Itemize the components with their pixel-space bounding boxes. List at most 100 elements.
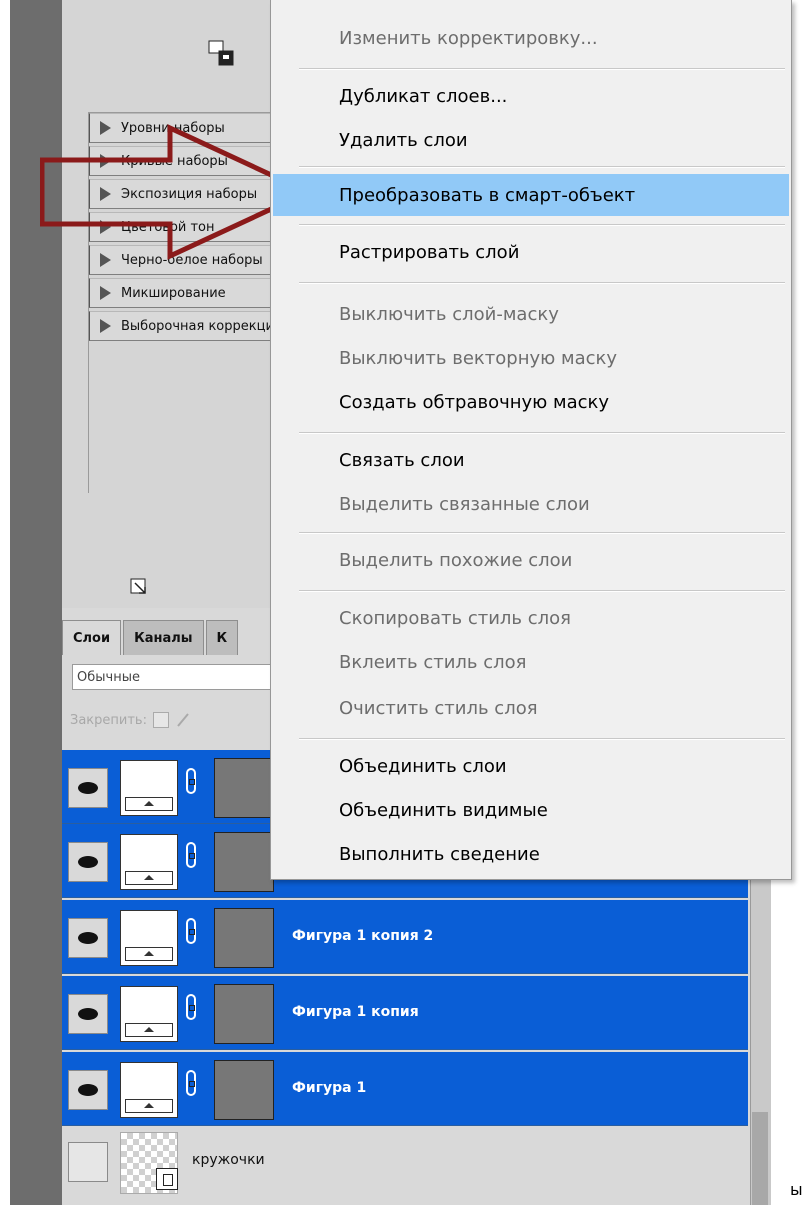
tab-layers[interactable]: Слои bbox=[62, 620, 122, 655]
expand-triangle-icon bbox=[100, 154, 111, 168]
adjustment-layer-thumbnail bbox=[120, 834, 178, 890]
eye-icon bbox=[78, 1084, 98, 1096]
preset-item-channel-mixer[interactable]: Микширование bbox=[89, 278, 273, 308]
swap-icon[interactable] bbox=[208, 40, 234, 66]
menu-item-merge-layers[interactable]: Объединить слои bbox=[273, 746, 789, 786]
eye-icon bbox=[78, 1008, 98, 1020]
link-chain-icon[interactable] bbox=[186, 768, 196, 794]
left-toolbar-strip bbox=[10, 0, 62, 1205]
menu-item-rasterize-layer[interactable]: Растрировать слой bbox=[273, 232, 789, 272]
stray-text: ы bbox=[790, 1180, 803, 1199]
menu-item-clear-layer-style[interactable]: Очистить стиль слоя bbox=[273, 688, 789, 728]
context-menu: Изменить корректировку... Дубликат слоев… bbox=[270, 0, 792, 880]
expand-triangle-icon bbox=[100, 253, 111, 267]
tab-paths[interactable]: К bbox=[205, 620, 239, 655]
menu-item-create-clipping-mask[interactable]: Создать обтравочную маску bbox=[273, 382, 789, 422]
menu-item-copy-layer-style[interactable]: Скопировать стиль слоя bbox=[273, 598, 789, 638]
layer-name: Фигура 1 bbox=[292, 1080, 367, 1096]
menu-item-select-similar-layers[interactable]: Выделить похожие слои bbox=[273, 540, 789, 580]
layer-row[interactable]: Фигура 1 копия 2 bbox=[62, 900, 748, 974]
layer-row[interactable]: Фигура 1 bbox=[62, 1052, 748, 1126]
menu-item-label: Выполнить сведение bbox=[339, 843, 540, 865]
expand-triangle-icon bbox=[100, 319, 111, 333]
menu-separator bbox=[299, 432, 785, 434]
menu-item-label: Выключить векторную маску bbox=[339, 347, 618, 369]
menu-item-label: Объединить слои bbox=[339, 755, 507, 777]
menu-item-disable-layer-mask[interactable]: Выключить слой-маску bbox=[273, 294, 789, 334]
menu-item-duplicate-layers[interactable]: Дубликат слоев... bbox=[273, 76, 789, 116]
menu-item-label: Выделить похожие слои bbox=[339, 549, 573, 571]
visibility-toggle[interactable] bbox=[68, 918, 108, 958]
menu-separator bbox=[299, 166, 785, 168]
menu-separator bbox=[299, 282, 785, 284]
lock-image-pixels-icon[interactable] bbox=[175, 712, 191, 728]
eye-icon bbox=[78, 856, 98, 868]
adjustment-layer-thumbnail bbox=[120, 1062, 178, 1118]
link-chain-icon[interactable] bbox=[186, 1070, 196, 1096]
layer-row[interactable]: кружочки bbox=[62, 1128, 748, 1202]
menu-separator bbox=[299, 224, 785, 226]
preset-item-exposure[interactable]: Экспозиция наборы bbox=[89, 179, 273, 209]
adjustment-layer-thumbnail bbox=[120, 760, 178, 816]
link-chain-icon[interactable] bbox=[186, 994, 196, 1020]
menu-item-link-layers[interactable]: Связать слои bbox=[273, 440, 789, 480]
layer-name: кружочки bbox=[192, 1152, 265, 1168]
preset-item-curves[interactable]: Кривые наборы bbox=[89, 146, 273, 176]
preset-label: Микширование bbox=[121, 285, 226, 301]
adjustment-layer-thumbnail bbox=[120, 986, 178, 1042]
eye-icon bbox=[78, 932, 98, 944]
visibility-toggle[interactable] bbox=[68, 1070, 108, 1110]
menu-item-flatten-image[interactable]: Выполнить сведение bbox=[273, 834, 789, 874]
preset-item-selective-color[interactable]: Выборочная коррекция bbox=[89, 311, 273, 341]
menu-item-label: Преобразовать в смарт-объект bbox=[339, 184, 636, 206]
preset-label: Уровни наборы bbox=[121, 120, 225, 136]
preset-item-black-white[interactable]: Черно-белое наборы bbox=[89, 245, 273, 275]
menu-separator bbox=[299, 738, 785, 740]
expand-triangle-icon bbox=[100, 187, 111, 201]
preset-label: Черно-белое наборы bbox=[121, 252, 263, 268]
vector-mask-thumbnail bbox=[214, 758, 274, 818]
menu-separator bbox=[299, 590, 785, 592]
vector-mask-thumbnail bbox=[214, 984, 274, 1044]
blend-mode-select[interactable]: Обычные bbox=[72, 664, 272, 690]
vector-mask-thumbnail bbox=[214, 908, 274, 968]
menu-item-convert-to-smart-object[interactable]: Преобразовать в смарт-объект bbox=[273, 174, 789, 216]
menu-separator bbox=[299, 532, 785, 534]
menu-item-paste-layer-style[interactable]: Вклеить стиль слоя bbox=[273, 642, 789, 682]
menu-item-label: Объединить видимые bbox=[339, 799, 548, 821]
lock-transparent-pixels-icon[interactable] bbox=[152, 712, 169, 728]
return-to-list-icon[interactable] bbox=[130, 578, 150, 598]
preset-item-hue[interactable]: Цветовой тон bbox=[89, 212, 273, 242]
tab-channels[interactable]: Каналы bbox=[123, 620, 204, 655]
visibility-toggle[interactable] bbox=[68, 842, 108, 882]
menu-item-label: Изменить корректировку... bbox=[339, 27, 598, 49]
visibility-toggle[interactable] bbox=[68, 1142, 108, 1182]
layer-row[interactable]: Фигура 1 копия bbox=[62, 976, 748, 1050]
menu-item-label: Дубликат слоев... bbox=[339, 85, 508, 107]
layers-panel-tabs: Слои Каналы К bbox=[62, 620, 240, 655]
photoshop-window: Уровни наборы Кривые наборы Экспозиция н… bbox=[0, 0, 811, 1205]
link-chain-icon[interactable] bbox=[186, 842, 196, 868]
preset-label: Экспозиция наборы bbox=[121, 186, 258, 202]
menu-item-label: Связать слои bbox=[339, 449, 465, 471]
menu-item-label: Очистить стиль слоя bbox=[339, 697, 538, 719]
lock-label: Закрепить: bbox=[70, 712, 147, 728]
preset-item-levels[interactable]: Уровни наборы bbox=[89, 113, 273, 143]
adjustments-panel: Уровни наборы Кривые наборы Экспозиция н… bbox=[62, 0, 273, 608]
expand-triangle-icon bbox=[100, 220, 111, 234]
menu-item-edit-adjustment[interactable]: Изменить корректировку... bbox=[273, 18, 789, 58]
menu-separator bbox=[299, 68, 785, 70]
link-chain-icon[interactable] bbox=[186, 918, 196, 944]
visibility-toggle[interactable] bbox=[68, 768, 108, 808]
visibility-toggle[interactable] bbox=[68, 994, 108, 1034]
vector-mask-thumbnail bbox=[214, 832, 274, 892]
layer-name: Фигура 1 копия bbox=[292, 1004, 419, 1020]
menu-item-delete-layers[interactable]: Удалить слои bbox=[273, 120, 789, 160]
menu-item-label: Выключить слой-маску bbox=[339, 303, 559, 325]
menu-item-select-linked-layers[interactable]: Выделить связанные слои bbox=[273, 484, 789, 524]
layers-scrollbar-thumb[interactable] bbox=[752, 1112, 768, 1205]
menu-item-merge-visible[interactable]: Объединить видимые bbox=[273, 790, 789, 830]
menu-item-disable-vector-mask[interactable]: Выключить векторную маску bbox=[273, 338, 789, 378]
adjustment-layer-thumbnail bbox=[120, 910, 178, 966]
smart-object-badge-icon bbox=[156, 1168, 178, 1190]
